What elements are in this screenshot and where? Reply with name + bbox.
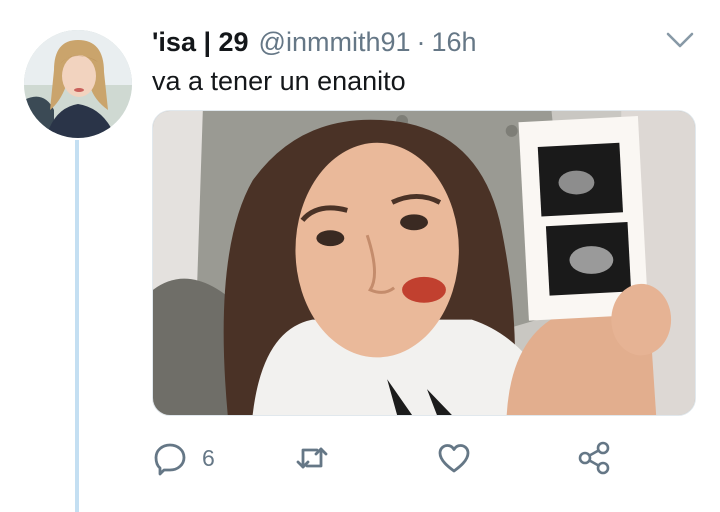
avatar-image — [24, 30, 132, 138]
tweet-text: va a tener un enanito — [152, 66, 406, 96]
reply-button[interactable]: 6 — [152, 436, 215, 480]
media-photo — [153, 111, 695, 415]
share-button[interactable] — [576, 436, 612, 480]
heart-icon — [438, 444, 470, 473]
retweet-icon — [296, 447, 328, 469]
retweet-button[interactable] — [294, 436, 344, 480]
timestamp[interactable]: 16h — [432, 26, 477, 58]
tweet-actions: 6 — [152, 436, 622, 480]
tweet-media[interactable] — [152, 110, 696, 416]
share-icon — [578, 441, 610, 475]
user-handle[interactable]: @inmmith91 — [259, 26, 411, 58]
separator: · — [416, 27, 426, 57]
avatar[interactable] — [24, 30, 132, 138]
display-name[interactable]: 'isa | 29 — [152, 26, 249, 58]
thread-line — [75, 140, 79, 512]
like-button[interactable] — [436, 436, 486, 480]
chevron-down-icon[interactable] — [664, 28, 696, 52]
reply-bubble-icon — [154, 443, 186, 476]
reply-count: 6 — [202, 444, 215, 471]
tweet-header: 'isa | 29 @inmmith91 · 16h — [152, 26, 477, 58]
tweet[interactable]: 'isa | 29 @inmmith91 · 16h va a tener un… — [0, 0, 720, 512]
